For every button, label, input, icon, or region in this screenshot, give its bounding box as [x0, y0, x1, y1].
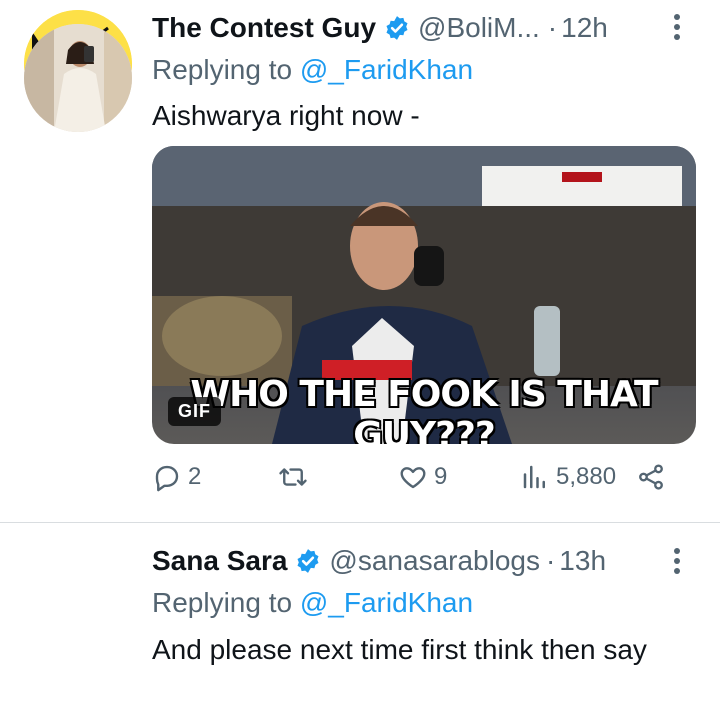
avatar[interactable] [24, 24, 132, 132]
verified-badge-icon [297, 549, 319, 573]
more-options-icon[interactable] [670, 546, 684, 581]
replying-to-mention[interactable]: @_FaridKhan [300, 54, 473, 85]
gif-caption: WHO THE FOOK IS THAT GUY??? [190, 374, 658, 444]
verified-badge-icon [386, 16, 408, 40]
retweet-icon [279, 468, 307, 486]
timestamp[interactable]: 13h [559, 543, 606, 579]
replying-to: Replying to @_FaridKhan [152, 52, 473, 88]
author-handle[interactable]: @BoliM... [418, 10, 540, 46]
tweet-text: Aishwarya right now - [152, 100, 420, 131]
replying-to: Replying to @_FaridKhan [152, 585, 473, 621]
views-icon [523, 465, 545, 489]
share-icon [639, 464, 663, 490]
reply-button[interactable]: 2 [152, 462, 201, 492]
separator-dot: · [547, 12, 558, 43]
separator-dot: · [545, 545, 556, 576]
reply-count: 2 [188, 463, 202, 490]
user-photo-icon [24, 24, 132, 132]
replying-to-label: Replying to [152, 54, 293, 85]
like-count: 9 [434, 463, 448, 490]
view-count: 5,880 [556, 463, 617, 490]
tweet-text: And please next time first think then sa… [152, 634, 647, 665]
reply-icon [155, 465, 179, 492]
tweet-gif[interactable]: WHO THE FOOK IS THAT GUY??? GIF [152, 146, 696, 444]
heart-icon [400, 467, 426, 489]
views-button[interactable]: 5,880 [520, 462, 616, 492]
more-options-icon[interactable] [670, 12, 684, 47]
retweet-button[interactable] [278, 462, 314, 492]
gif-badge: GIF [168, 397, 221, 426]
timestamp[interactable]: 12h [561, 10, 608, 46]
replying-to-mention[interactable]: @_FaridKhan [300, 587, 473, 618]
share-button[interactable] [636, 462, 666, 492]
author-handle[interactable]: @sanasarablogs [329, 543, 540, 579]
like-button[interactable]: 9 [398, 462, 447, 492]
author-name[interactable]: Sana Sara [152, 543, 287, 579]
replying-to-label: Replying to [152, 587, 293, 618]
tweet-actions: 2 9 5,880 [152, 462, 672, 506]
author-name[interactable]: The Contest Guy [152, 10, 376, 46]
